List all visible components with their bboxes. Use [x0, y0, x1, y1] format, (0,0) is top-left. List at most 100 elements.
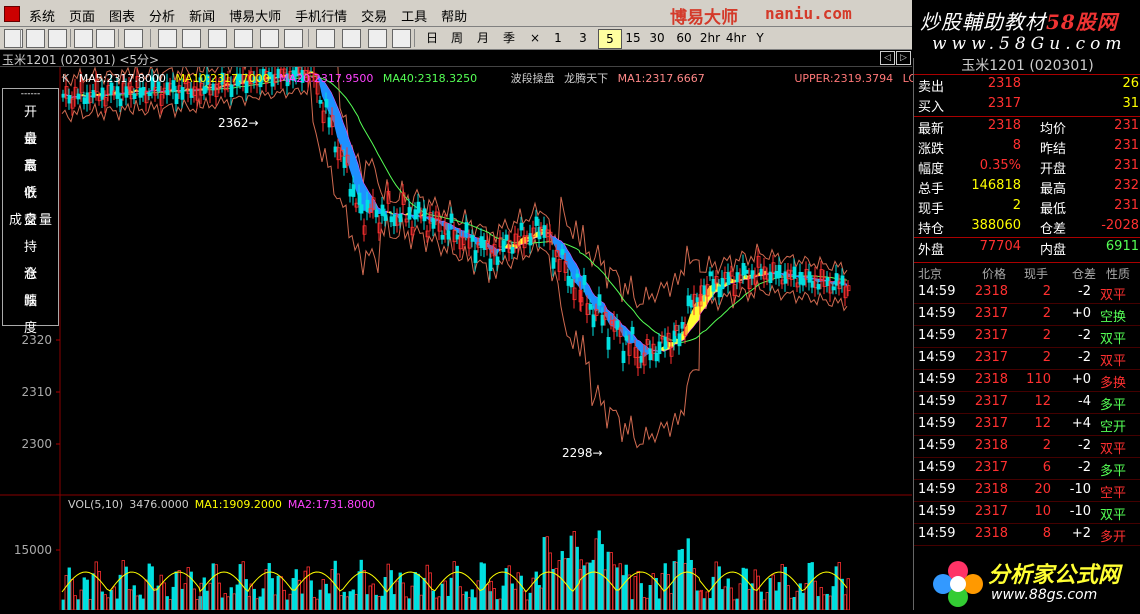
next-window-icon[interactable]: ▷: [896, 51, 911, 65]
menu-item[interactable]: 新闻: [182, 4, 222, 27]
tick-chg: +0: [1072, 306, 1091, 321]
period-button[interactable]: 月: [472, 29, 494, 47]
candle-body: [778, 265, 781, 277]
tick-row: 14:5923188+2多开: [914, 523, 1140, 546]
menu-item[interactable]: 博易大师: [222, 4, 288, 27]
f10-icon[interactable]: [124, 29, 143, 48]
volume-bar: [456, 566, 459, 610]
volume-bar: [595, 539, 598, 610]
period-button[interactable]: 周: [446, 29, 468, 47]
alarm-icon[interactable]: [342, 29, 361, 48]
period-button[interactable]: Y: [752, 29, 768, 47]
volume-bar: [625, 565, 628, 610]
quote-label: 均价: [1040, 118, 1066, 137]
volume-bar: [435, 598, 438, 610]
volume-bar: [646, 598, 649, 610]
candle-body: [576, 274, 579, 277]
tick-row: 14:59231712-4多平: [914, 391, 1140, 414]
brand-banner: 炒股輔助教材58股网 www.58Gu.com: [912, 0, 1140, 58]
period-button[interactable]: 季: [498, 29, 520, 47]
candle-body: [535, 217, 538, 225]
period-button[interactable]: 4hr: [724, 29, 748, 47]
candle-body: [561, 249, 564, 254]
period-button[interactable]: 30: [646, 29, 668, 47]
outer-inner-row: 外盘77704内盘6911: [914, 238, 1140, 258]
quote-label: 持仓: [918, 218, 944, 237]
volume-bar: [139, 595, 142, 610]
settings-icon[interactable]: [368, 29, 387, 48]
volume-bar: [239, 564, 242, 610]
search-icon[interactable]: [208, 29, 227, 48]
menu-item[interactable]: 交易: [354, 4, 394, 27]
sell-row: 卖出231826: [914, 75, 1140, 95]
candle-body: [567, 276, 570, 285]
candle-body: [718, 287, 721, 297]
tick-vol: 10: [1034, 504, 1051, 519]
volume-bar: [346, 597, 349, 610]
volume-bar: [787, 586, 790, 610]
menu-item[interactable]: 图表: [102, 4, 142, 27]
period-button[interactable]: 15: [622, 29, 644, 47]
tick-type: 多平: [1100, 394, 1126, 413]
zoom-icon[interactable]: [182, 29, 201, 48]
volume-bar: [748, 590, 751, 610]
lightning-icon[interactable]: [392, 29, 411, 48]
period-button[interactable]: 5: [598, 29, 622, 49]
volume-bar: [811, 563, 814, 610]
quote-label: 总手: [918, 178, 944, 197]
menu-item[interactable]: 工具: [394, 4, 434, 27]
flower-logo-icon: [929, 557, 987, 609]
volume-bar: [775, 591, 778, 610]
tick-vol: 2: [1043, 438, 1051, 453]
tick-type: 多开: [1100, 526, 1126, 545]
candle-body: [230, 85, 233, 97]
draw-icon[interactable]: [316, 29, 335, 48]
window-icon[interactable]: [284, 29, 303, 48]
period-button[interactable]: ×: [526, 29, 544, 47]
tick-chg: -2: [1078, 328, 1091, 343]
pointer-icon[interactable]: [234, 29, 253, 48]
period-button[interactable]: 60: [672, 29, 696, 47]
app-logo-icon: [4, 6, 20, 22]
volume-bar: [181, 589, 184, 610]
menu-item[interactable]: 分析: [142, 4, 182, 27]
table-icon[interactable]: [96, 29, 115, 48]
sell-label: 卖出: [918, 76, 944, 95]
volume-bar: [724, 587, 727, 610]
period-button[interactable]: 3: [572, 29, 594, 47]
volume-bar: [796, 591, 799, 610]
export-icon[interactable]: [260, 29, 279, 48]
period-button[interactable]: 2hr: [698, 29, 722, 47]
menu-item[interactable]: 页面: [62, 4, 102, 27]
tick-price: 2317: [975, 416, 1008, 431]
volume-bar: [640, 584, 643, 610]
menu-item[interactable]: 帮助: [434, 4, 474, 27]
volume-bar: [462, 595, 465, 610]
list-icon[interactable]: [74, 29, 93, 48]
outer-label: 外盘: [918, 239, 944, 258]
volume-bar: [453, 562, 456, 610]
volume-bar: [658, 599, 661, 610]
bars-icon[interactable]: [48, 29, 67, 48]
period-button[interactable]: 日: [422, 29, 442, 47]
menu-item[interactable]: 手机行情: [288, 4, 354, 27]
refresh-icon[interactable]: [158, 29, 177, 48]
period-button[interactable]: 1: [548, 29, 568, 47]
volume-bar: [742, 568, 745, 610]
quote-label: 最高: [1040, 178, 1066, 197]
line-icon[interactable]: [26, 29, 45, 48]
chart-area[interactable]: 2320231023002362→2298→VOL(5,10)3476.0000…: [0, 67, 912, 610]
menu-item[interactable]: 系统: [22, 4, 62, 27]
volume-bar: [703, 599, 706, 610]
tick-chg: +0: [1072, 372, 1091, 387]
volume-bar: [133, 586, 136, 610]
candle-body: [687, 296, 690, 306]
volume-bar: [535, 572, 538, 610]
prev-window-icon[interactable]: ◁: [880, 51, 895, 65]
candle-body: [480, 237, 483, 248]
tick-row: 14:5923172+0空换: [914, 303, 1140, 326]
ticks-header-cell: 性质: [1106, 265, 1130, 282]
candle-body: [625, 336, 628, 340]
info-label: 开盘: [3, 99, 58, 126]
candlestick-chart[interactable]: 2320231023002362→2298→VOL(5,10)3476.0000…: [0, 67, 912, 610]
